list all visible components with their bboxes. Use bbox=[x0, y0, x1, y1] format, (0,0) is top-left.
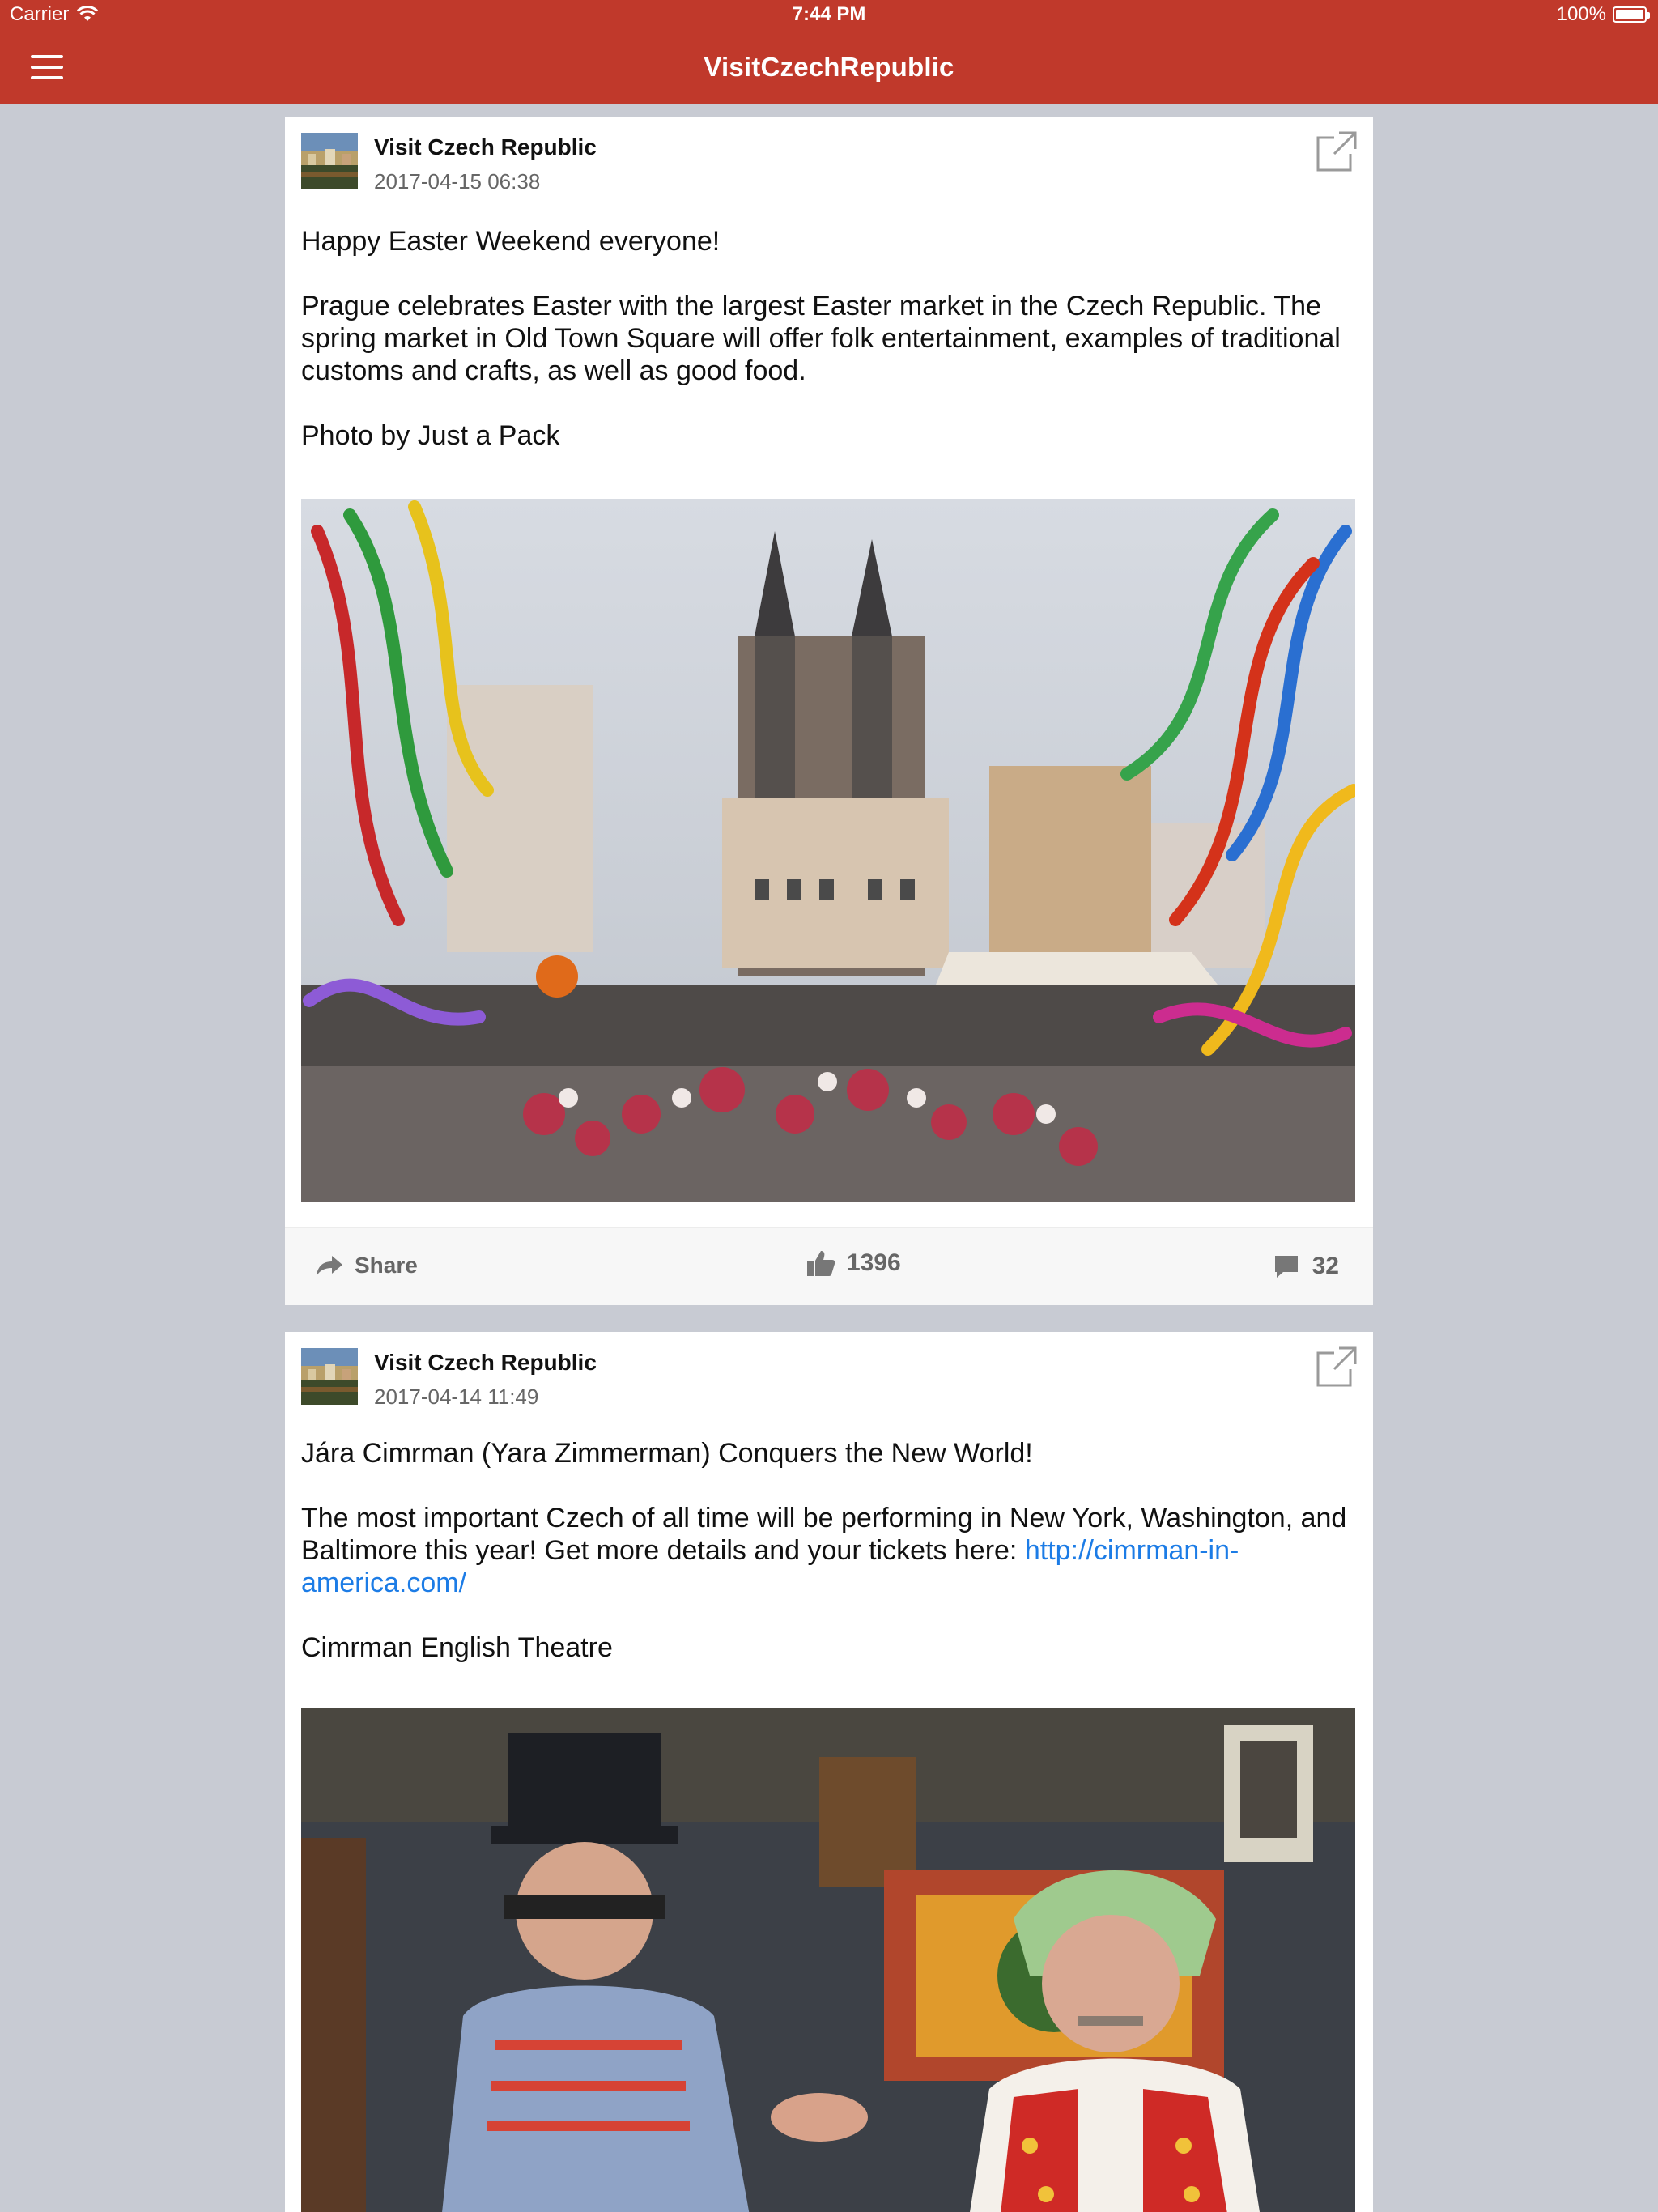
post-actions: Share 1396 32 bbox=[285, 1227, 1373, 1305]
battery-percent: 100% bbox=[1556, 3, 1606, 25]
post-paragraph: Cimrman English Theatre bbox=[301, 1632, 613, 1663]
post-card: Visit Czech Republic 2017-04-14 11:49 Já… bbox=[285, 1332, 1373, 2212]
post-body: Jára Cimrman (Yara Zimmerman) Conquers t… bbox=[301, 1437, 1357, 1696]
avatar[interactable] bbox=[301, 1348, 358, 1405]
avatar[interactable] bbox=[301, 133, 358, 189]
share-icon bbox=[317, 1256, 342, 1276]
share-button[interactable]: Share bbox=[316, 1253, 418, 1278]
post-paragraph: Jára Cimrman (Yara Zimmerman) Conquers t… bbox=[301, 1438, 1033, 1469]
like-count: 1396 bbox=[847, 1249, 901, 1276]
thumbs-up-icon bbox=[807, 1251, 835, 1276]
author-name[interactable]: Visit Czech Republic bbox=[374, 1350, 597, 1376]
post-paragraph: Prague celebrates Easter with the larges… bbox=[301, 291, 1341, 386]
post-header: Visit Czech Republic 2017-04-15 06:38 bbox=[285, 117, 1373, 198]
status-time: 7:44 PM bbox=[792, 3, 866, 25]
post-paragraph: The most important Czech of all time wil… bbox=[301, 1502, 1357, 1599]
comment-button[interactable]: 32 bbox=[1273, 1253, 1339, 1280]
external-link-icon[interactable] bbox=[1315, 128, 1360, 173]
battery-icon bbox=[1613, 6, 1650, 23]
post-header: Visit Czech Republic 2017-04-14 11:49 bbox=[285, 1332, 1373, 1413]
post-paragraph: Happy Easter Weekend everyone! bbox=[301, 226, 721, 257]
external-link-icon[interactable] bbox=[1315, 1343, 1360, 1389]
comment-count: 32 bbox=[1312, 1253, 1339, 1279]
post-photo[interactable] bbox=[301, 499, 1355, 1202]
post-body: Happy Easter Weekend everyone! Prague ce… bbox=[301, 225, 1357, 484]
post-photo[interactable] bbox=[301, 1708, 1355, 2212]
post-paragraph: Photo by Just a Pack bbox=[301, 420, 560, 451]
nav-title: VisitCzechRepublic bbox=[704, 52, 954, 82]
app-screen: Carrier 7:44 PM 100% VisitCzechRepublic bbox=[0, 0, 1658, 2212]
author-name[interactable]: Visit Czech Republic bbox=[374, 134, 597, 160]
share-label: Share bbox=[355, 1253, 418, 1278]
post-card: Visit Czech Republic 2017-04-15 06:38 Ha… bbox=[285, 117, 1373, 1305]
top-bar: Carrier 7:44 PM 100% VisitCzechRepublic bbox=[0, 0, 1658, 104]
like-button[interactable]: 1396 bbox=[806, 1249, 901, 1277]
comment-icon bbox=[1274, 1256, 1298, 1278]
post-date: 2017-04-14 11:49 bbox=[374, 1385, 539, 1409]
status-battery: 100% bbox=[1556, 3, 1650, 26]
post-date: 2017-04-15 06:38 bbox=[374, 169, 541, 194]
